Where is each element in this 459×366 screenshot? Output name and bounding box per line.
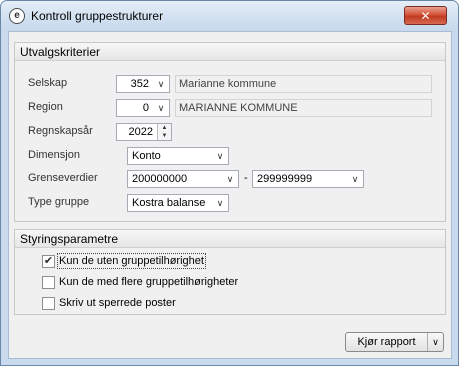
chevron-down-icon[interactable]: ∨ [153,100,169,116]
checkbox[interactable]: ✔ [42,254,55,268]
params-group: Styringsparametre ✔ Kun de uten gruppeti… [14,229,446,315]
region-combo[interactable]: 0 ∨ [116,99,170,117]
spin-up-icon[interactable]: ▲ [158,124,171,132]
grense-from-combo[interactable]: 200000000 ∨ [127,170,239,188]
year-spin-control[interactable]: ▲ ▼ [157,124,171,140]
grense-from-value: 200000000 [132,173,188,185]
selskap-description: Marianne kommune [175,75,432,93]
grense-to-combo[interactable]: 299999999 ∨ [252,170,364,188]
dimensjon-value: Konto [132,150,161,162]
chevron-down-icon[interactable]: ∨ [153,76,169,92]
dialog-window: e Kontroll gruppestrukturer ✕ Utvalgskri… [0,0,459,366]
selskap-value: 352 [130,78,149,90]
region-description: MARIANNE KOMMUNE [175,99,432,117]
criteria-header: Utvalgskriterier [15,43,445,61]
close-button[interactable]: ✕ [404,6,447,25]
dimensjon-combo[interactable]: Konto ∨ [127,147,229,165]
selskap-combo[interactable]: 352 ∨ [116,75,170,93]
region-value: 0 [142,102,149,114]
chevron-down-icon[interactable]: ∨ [212,195,228,211]
grenseverdier-label: Grenseverdier [28,172,98,184]
option-label: Skriv ut sperrede poster [59,297,176,309]
chevron-down-icon[interactable]: ∨ [222,171,238,187]
close-icon: ✕ [420,8,431,23]
type-gruppe-combo[interactable]: Kostra balanse ∨ [127,194,229,212]
window-title: Kontroll gruppestrukturer [31,9,164,23]
chevron-down-icon[interactable]: ∨ [212,148,228,164]
checkbox[interactable] [42,275,55,289]
checkmark-icon: ✔ [43,254,54,267]
dimensjon-label: Dimensjon [28,149,80,161]
dialog-body: Utvalgskriterier Selskap 352 ∨ Marianne … [8,31,452,359]
range-separator: - [244,172,248,184]
run-report-label: Kjør rapport [357,336,416,348]
option-sperrede-poster[interactable]: Skriv ut sperrede poster [42,294,176,312]
checkbox[interactable] [42,296,55,310]
run-report-button[interactable]: Kjør rapport ∨ [345,332,444,352]
app-logo-icon: e [9,8,25,24]
option-label: Kun de uten gruppetilhørighet [57,253,206,269]
regnskapsar-spinner[interactable]: 2022 ▲ ▼ [116,123,172,141]
region-label: Region [28,101,63,113]
params-header: Styringsparametre [15,230,445,248]
selskap-label: Selskap [28,77,68,89]
type-gruppe-value: Kostra balanse [132,197,206,209]
title-bar[interactable]: e Kontroll gruppestrukturer ✕ [1,1,458,31]
chevron-down-icon[interactable]: ∨ [427,333,443,351]
spin-down-icon[interactable]: ▼ [158,132,171,140]
chevron-down-icon[interactable]: ∨ [347,171,363,187]
grense-to-value: 299999999 [257,173,313,185]
regnskapsar-value: 2022 [128,126,153,138]
criteria-group: Utvalgskriterier Selskap 352 ∨ Marianne … [14,42,446,222]
option-label: Kun de med flere gruppetilhørigheter [59,276,239,288]
option-uten-gruppetilhorighet[interactable]: ✔ Kun de uten gruppetilhørighet [42,252,206,270]
option-flere-gruppetilhorigheter[interactable]: Kun de med flere gruppetilhørigheter [42,273,238,291]
regnskapsar-label: Regnskapsår [28,125,93,137]
type-gruppe-label: Type gruppe [28,196,90,208]
